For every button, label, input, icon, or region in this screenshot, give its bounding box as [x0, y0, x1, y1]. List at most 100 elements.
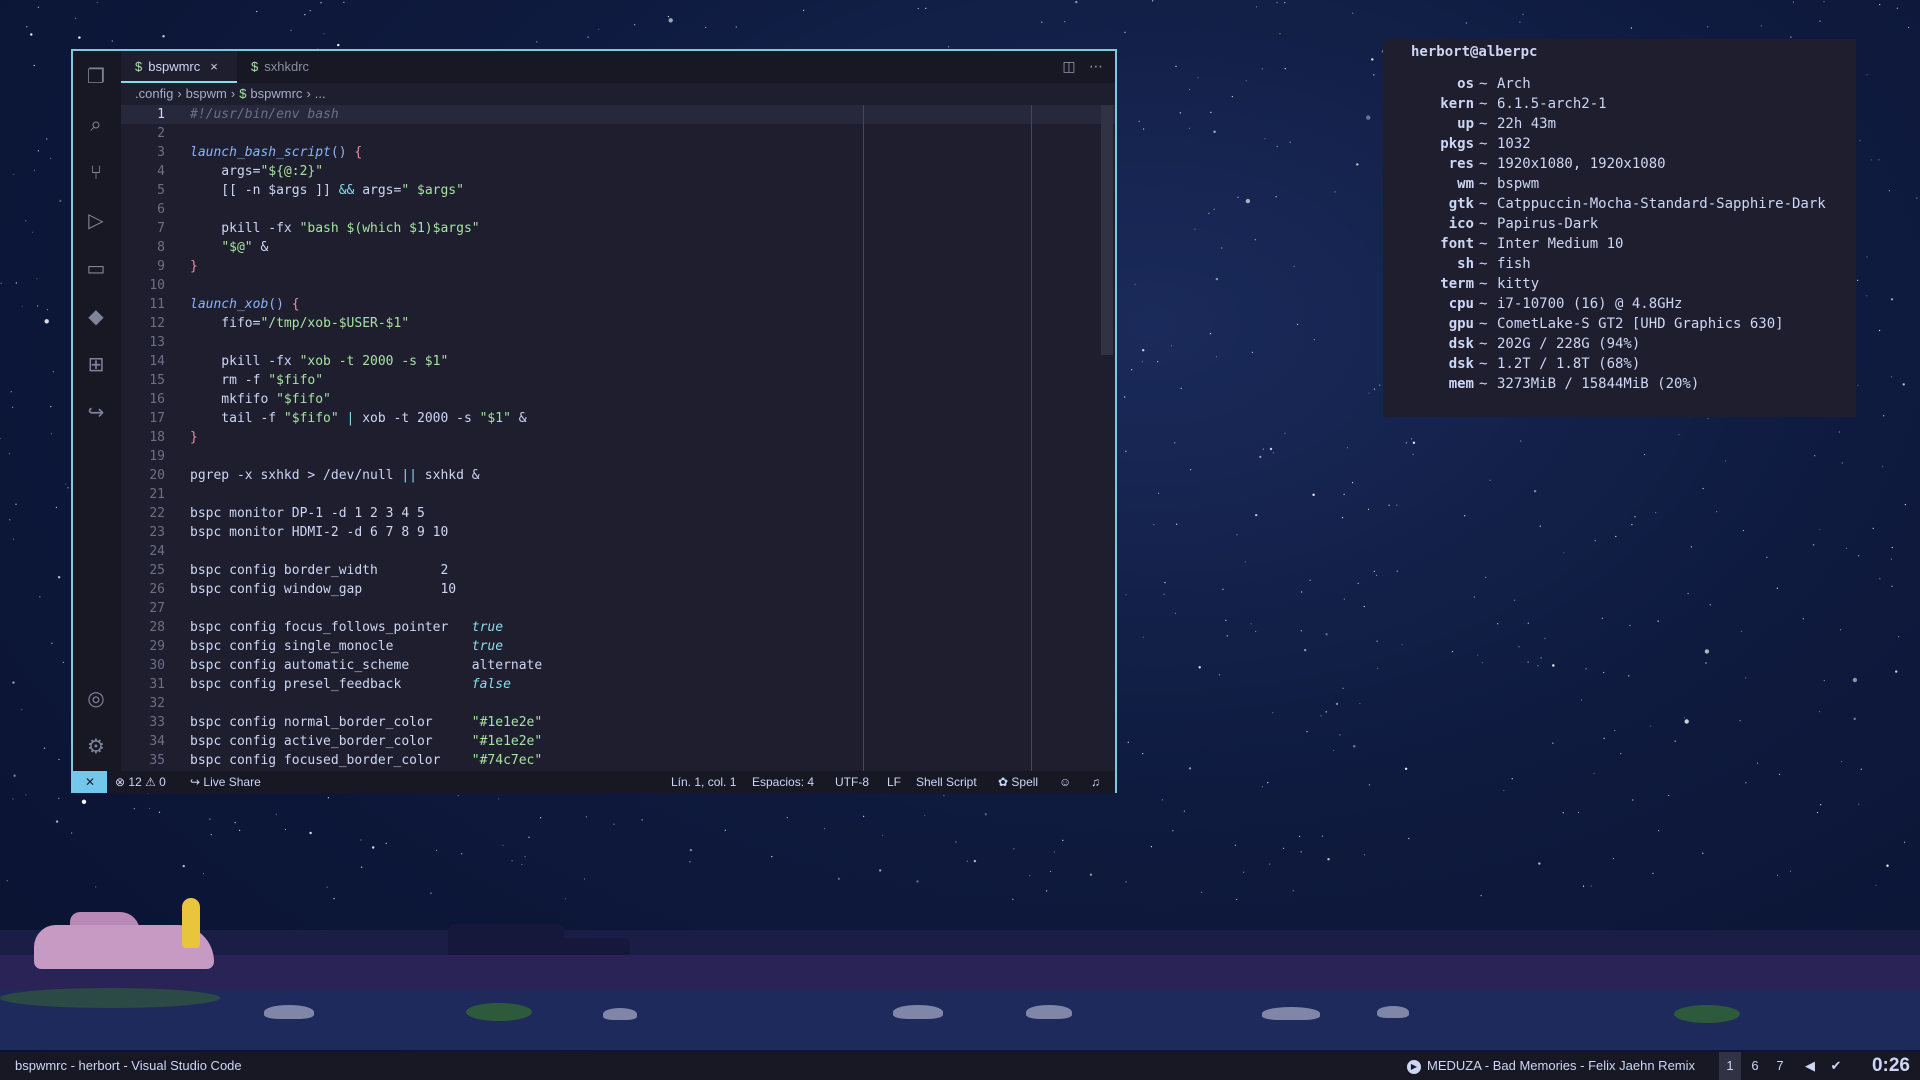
star — [1341, 517, 1344, 519]
eol-status[interactable]: LF — [887, 771, 901, 793]
code-line[interactable]: fifo="/tmp/xob-$USER-$1" — [190, 314, 409, 333]
live-share-icon[interactable]: ↪ — [83, 399, 109, 425]
star — [1823, 679, 1825, 682]
breadcrumb-item[interactable]: .config — [135, 86, 173, 101]
star — [1520, 440, 1522, 442]
star — [1552, 742, 1554, 744]
now-playing[interactable]: ▶ MEDUZA - Bad Memories - Felix Jaehn Rem… — [1407, 1052, 1695, 1080]
code-line[interactable]: #!/usr/bin/env bash — [190, 105, 339, 124]
problems-status[interactable]: ⊗ 12 ⚠ 0 — [115, 771, 166, 793]
code-line[interactable]: "$@" & — [190, 238, 268, 257]
breadcrumb-item[interactable]: ... — [315, 86, 326, 101]
star — [689, 848, 693, 852]
code-line[interactable]: bspc monitor DP-1 -d 1 2 3 4 5 — [190, 504, 425, 523]
volume-icon[interactable]: ◀ — [1800, 1052, 1820, 1080]
tab-label: sxhkdrc — [264, 59, 310, 74]
workspace-6[interactable]: 6 — [1744, 1052, 1766, 1080]
star — [1363, 854, 1365, 856]
files-icon[interactable]: ❐ — [83, 63, 109, 89]
star — [502, 844, 504, 847]
workspace-7[interactable]: 7 — [1769, 1052, 1791, 1080]
star — [1883, 415, 1885, 417]
language-mode[interactable]: Shell Script — [916, 771, 977, 793]
star — [1902, 383, 1905, 386]
code-line[interactable]: bspc config single_monocle true — [190, 637, 503, 656]
code-line[interactable]: tail -f "$fifo" | xob -t 2000 -s "$1" & — [190, 409, 526, 428]
code-line[interactable]: rm -f "$fifo" — [190, 371, 323, 390]
star — [1878, 159, 1880, 161]
star — [320, 2, 322, 4]
search-icon[interactable]: ⌕ — [83, 111, 109, 137]
vscode-window[interactable]: ❐ ⌕ ⑂ ▷ ▭ ◆ ⊞ ↪ ◎ ⚙ $ bspwmrc × $ sxhkdrc ◫… — [71, 49, 1117, 793]
workspace-1[interactable]: 1 — [1719, 1052, 1741, 1080]
star — [343, 1, 345, 3]
extensions-icon[interactable]: ⊞ — [83, 351, 109, 377]
cursor-position[interactable]: Lín. 1, col. 1 — [671, 771, 736, 793]
code-line[interactable]: launch_bash_script() { — [190, 143, 362, 162]
editor-scrollbar[interactable] — [1101, 105, 1113, 355]
source-control-icon[interactable]: ⑂ — [83, 159, 109, 185]
code-line[interactable]: bspc monitor HDMI-2 -d 6 7 8 9 10 — [190, 523, 448, 542]
remote-indicator[interactable]: ✕ — [73, 771, 107, 793]
star — [1724, 460, 1726, 462]
line-number: 7 — [157, 221, 165, 236]
encoding-status[interactable]: UTF-8 — [835, 771, 869, 793]
star — [95, 886, 97, 888]
indentation-status[interactable]: Espacios: 4 — [752, 771, 814, 793]
terraform-icon[interactable]: ◆ — [83, 303, 109, 329]
shell-file-icon: $ — [239, 86, 247, 101]
code-line[interactable]: bspc config automatic_scheme alternate — [190, 656, 542, 675]
feedback-icon[interactable]: ☺ — [1059, 771, 1071, 793]
code-line[interactable]: bspc config border_width 2 — [190, 561, 448, 580]
run-debug-icon[interactable]: ▷ — [83, 207, 109, 233]
code-line[interactable]: bspc config focus_follows_pointer true — [190, 618, 503, 637]
star — [1368, 392, 1370, 394]
breadcrumb-item[interactable]: bspwmrc — [250, 86, 302, 101]
code-line[interactable]: pkill -fx "xob -t 2000 -s $1" — [190, 352, 448, 371]
star — [1267, 782, 1269, 784]
code-line[interactable]: } — [190, 257, 198, 276]
notifications-bell-icon[interactable]: ♫ — [1091, 771, 1100, 793]
code-line[interactable]: bspc config normal_border_color "#1e1e2e… — [190, 713, 542, 732]
more-actions-icon[interactable]: ⋯ — [1089, 59, 1103, 75]
spell-status[interactable]: ✿ Spell — [998, 771, 1038, 793]
play-icon[interactable]: ▶ — [1407, 1059, 1421, 1074]
tab-bspwmrc[interactable]: $ bspwmrc × — [121, 51, 237, 83]
account-icon[interactable]: ◎ — [83, 685, 109, 711]
code-line[interactable]: bspc config window_gap 10 — [190, 580, 456, 599]
code-editor[interactable]: 1 2 3 4 5 6 7 8 9 10 11 12 13 14 15 16 17 18 19 20 21 22 23 24 2… — [121, 105, 1115, 771]
code-line[interactable]: args="${@:2}" — [190, 162, 323, 181]
settings-gear-icon[interactable]: ⚙ — [83, 733, 109, 759]
fetch-key: os — [1457, 76, 1474, 92]
split-editor-icon[interactable]: ◫ — [1062, 59, 1075, 75]
fetch-key: res — [1448, 156, 1474, 172]
star — [1190, 469, 1192, 471]
code-line[interactable]: bspc config active_border_color "#1e1e2e… — [190, 732, 542, 751]
star — [1134, 283, 1136, 285]
fetch-row: ico ~ Papirus-Dark — [1383, 214, 1856, 234]
code-line[interactable]: bspc config presel_feedback false — [190, 675, 511, 694]
tab-sxhkdrc[interactable]: $ sxhkdrc — [243, 51, 343, 83]
star — [1343, 493, 1345, 495]
rock — [893, 1005, 943, 1019]
live-share-status[interactable]: ↪ Live Share — [190, 771, 261, 793]
star — [1388, 504, 1390, 506]
star — [1742, 529, 1744, 532]
code-line[interactable]: launch_xob() { — [190, 295, 300, 314]
star — [1840, 629, 1842, 631]
star — [1325, 633, 1328, 636]
check-circle-icon[interactable]: ✔ — [1826, 1052, 1846, 1080]
code-line[interactable]: [[ -n $args ]] && args=" $args" — [190, 181, 464, 200]
star — [667, 15, 670, 18]
code-line[interactable]: mkfifo "$fifo" — [190, 390, 331, 409]
code-line[interactable]: pgrep -x sxhkd > /dev/null || sxhkd & — [190, 466, 480, 485]
code-line[interactable]: bspc config focused_border_color "#74c7e… — [190, 751, 542, 770]
close-icon[interactable]: × — [210, 59, 218, 74]
code-line[interactable]: } — [190, 428, 198, 447]
star — [1890, 298, 1894, 301]
breadcrumb-item[interactable]: bspwm — [186, 86, 227, 101]
code-line[interactable]: pkill -fx "bash $(which $1)$args" — [190, 219, 479, 238]
remote-explorer-icon[interactable]: ▭ — [83, 255, 109, 281]
star — [21, 709, 23, 711]
code-content[interactable]: #!/usr/bin/env bash launch_bash_script() … — [190, 105, 1095, 771]
